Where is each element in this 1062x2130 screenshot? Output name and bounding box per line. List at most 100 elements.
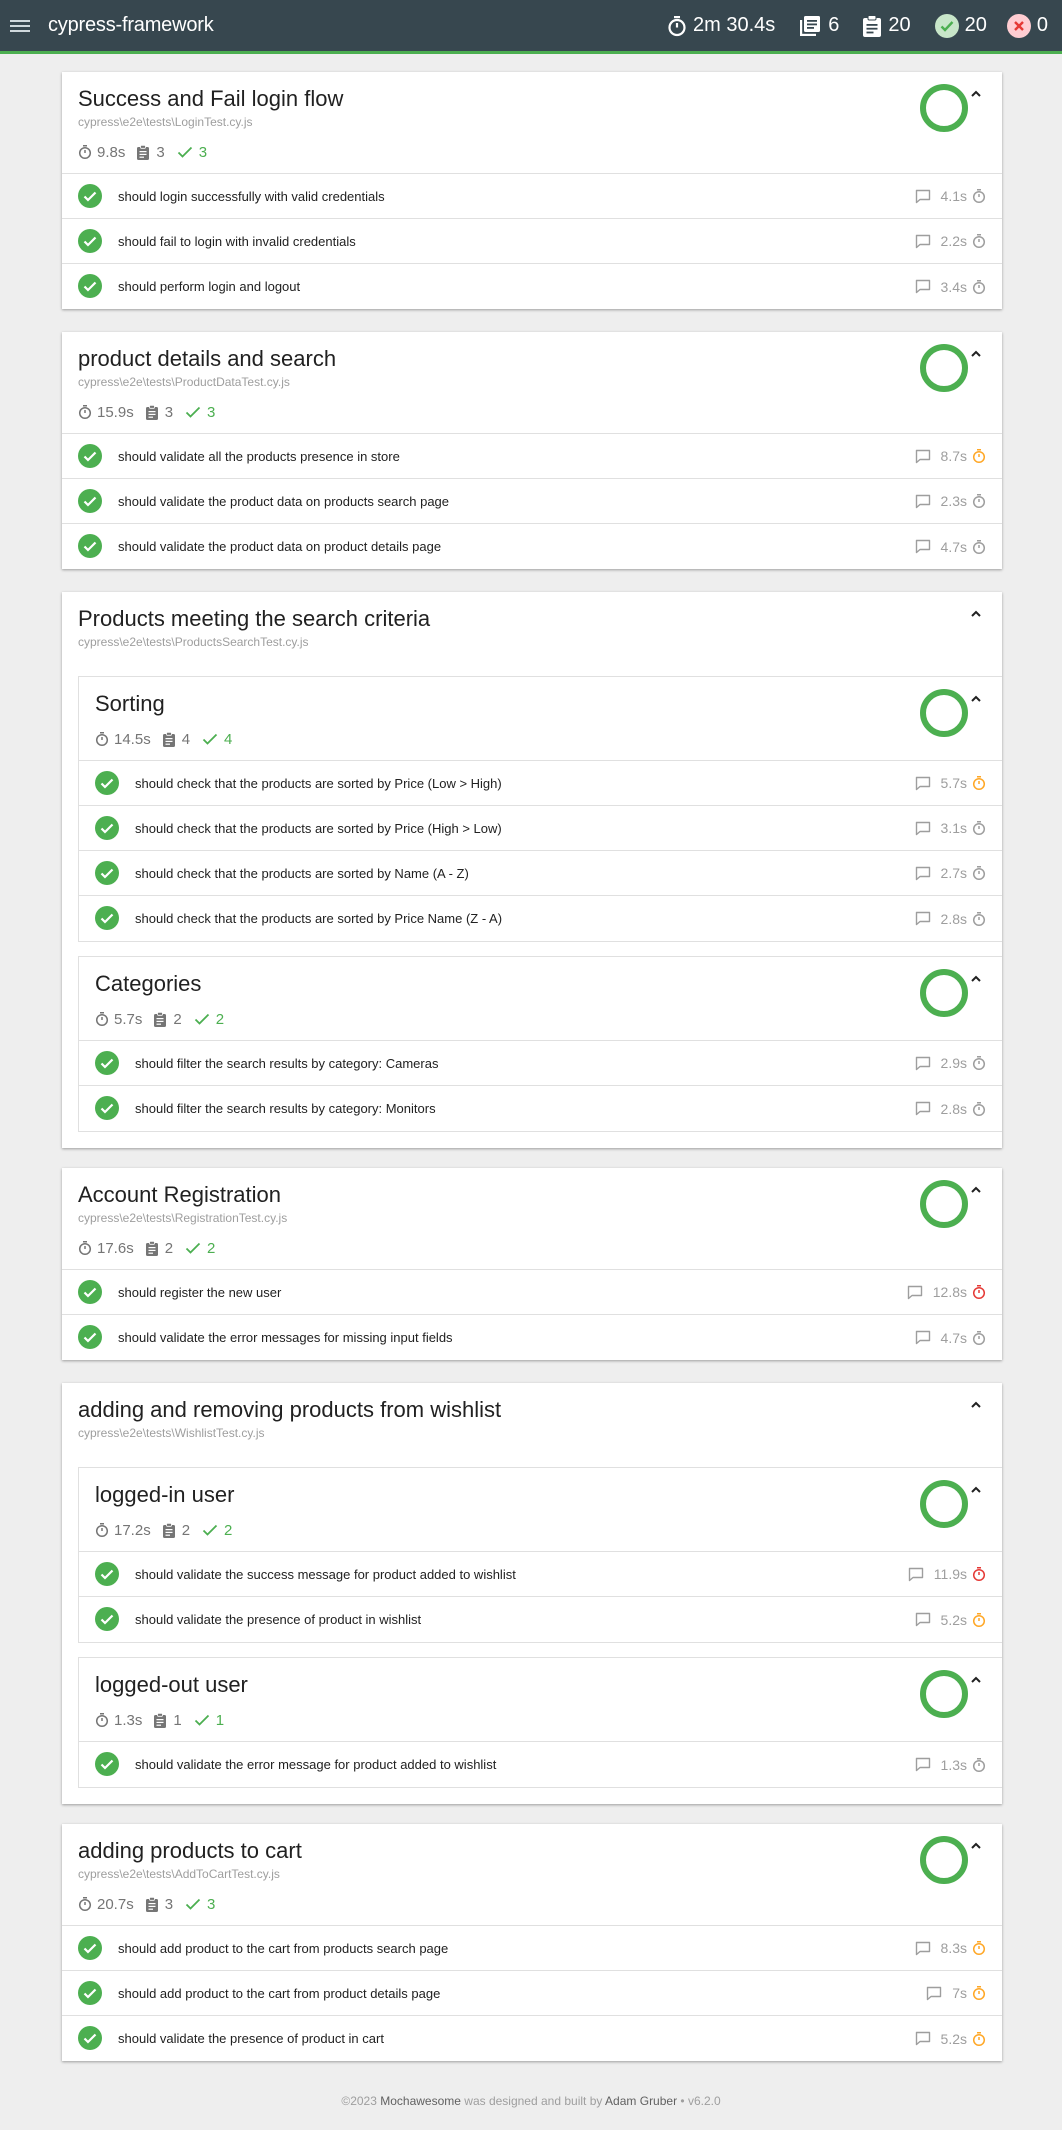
pass-donut-chart	[920, 1180, 968, 1228]
test-row[interactable]: should check that the products are sorte…	[79, 761, 1002, 806]
test-row[interactable]: should check that the products are sorte…	[79, 896, 1002, 941]
comment-icon[interactable]	[915, 2031, 931, 2046]
suite-pass-count: 1	[194, 1712, 224, 1729]
suite-summary: 15.9s 3 3	[78, 401, 986, 423]
comment-icon[interactable]	[915, 821, 931, 836]
assignment-icon	[137, 144, 152, 160]
mochawesome-link[interactable]: Mochawesome	[380, 2094, 461, 2108]
comment-icon[interactable]	[915, 1757, 931, 1772]
test-row[interactable]: should validate all the products presenc…	[62, 434, 1002, 479]
test-row[interactable]: should fail to login with invalid creden…	[62, 219, 1002, 264]
suite-card: product details and search cypress\e2e\t…	[62, 332, 1002, 569]
nav-duration[interactable]: 2m 30.4s	[667, 0, 775, 51]
test-duration: 8.7s	[940, 448, 967, 464]
test-list: should add product to the cart from prod…	[62, 1925, 1002, 2061]
comment-icon[interactable]	[915, 234, 931, 249]
test-row[interactable]: should validate the error messages for m…	[62, 1315, 1002, 1360]
suite-file-path: cypress\e2e\tests\ProductsSearchTest.cy.…	[78, 635, 309, 649]
comment-icon[interactable]	[926, 1986, 942, 2001]
test-duration: 3.1s	[940, 820, 967, 836]
suite-test-count: 1	[154, 1712, 182, 1729]
close-circle-icon	[1006, 13, 1031, 38]
test-pass-icon	[95, 1051, 119, 1075]
suite-title: product details and search	[78, 346, 337, 371]
test-row[interactable]: should filter the search results by cate…	[79, 1041, 1002, 1086]
test-title: should fail to login with invalid creden…	[118, 233, 356, 249]
test-row[interactable]: should check that the products are sorte…	[79, 851, 1002, 896]
test-duration: 2.2s	[940, 233, 967, 249]
suite-title: Sorting	[95, 691, 165, 716]
test-list: should validate the success message for …	[79, 1551, 1002, 1642]
chevron-up-icon[interactable]	[968, 693, 984, 705]
suite-file-path: cypress\e2e\tests\RegistrationTest.cy.js	[78, 1211, 288, 1225]
test-meta: 2.8s	[915, 911, 986, 927]
test-row[interactable]: should add product to the cart from prod…	[62, 1971, 1002, 2016]
nav-failed[interactable]: 0	[1006, 0, 1048, 51]
comment-icon[interactable]	[915, 1056, 931, 1071]
test-row[interactable]: should validate the product data on prod…	[62, 524, 1002, 569]
chevron-up-icon[interactable]	[968, 88, 984, 100]
check-icon	[194, 1714, 213, 1726]
test-row[interactable]: should add product to the cart from prod…	[62, 1926, 1002, 1971]
comment-icon[interactable]	[915, 494, 931, 509]
test-meta: 12.8s	[907, 1284, 986, 1300]
speed-timer-icon	[972, 1757, 986, 1773]
comment-icon[interactable]	[915, 1612, 931, 1627]
chevron-up-icon[interactable]	[968, 608, 984, 620]
test-row[interactable]: should register the new user 12.8s	[62, 1270, 1002, 1315]
comment-icon[interactable]	[915, 189, 931, 204]
test-row[interactable]: should perform login and logout 3.4s	[62, 264, 1002, 309]
comment-icon[interactable]	[915, 1941, 931, 1956]
chevron-up-icon[interactable]	[968, 973, 984, 985]
test-list: should filter the search results by cate…	[79, 1040, 1002, 1131]
test-list: should login successfully with valid cre…	[62, 173, 1002, 309]
chevron-up-icon[interactable]	[968, 1184, 984, 1196]
menu-icon[interactable]	[10, 19, 30, 32]
suite-pass-count: 2	[202, 1522, 232, 1539]
test-row[interactable]: should login successfully with valid cre…	[62, 174, 1002, 219]
suite-summary: 14.5s 4 4	[95, 728, 986, 750]
suite-title: logged-in user	[95, 1482, 235, 1507]
comment-icon[interactable]	[908, 1567, 924, 1582]
timer-icon	[95, 1011, 112, 1027]
test-row[interactable]: should validate the presence of product …	[62, 2016, 1002, 2061]
test-row[interactable]: should validate the product data on prod…	[62, 479, 1002, 524]
comment-icon[interactable]	[915, 1101, 931, 1116]
assignment-icon	[162, 731, 178, 747]
test-row[interactable]: should validate the error message for pr…	[79, 1742, 1002, 1787]
test-duration: 2.9s	[940, 1055, 967, 1071]
chevron-up-icon[interactable]	[968, 348, 984, 360]
chevron-up-icon[interactable]	[968, 1840, 984, 1852]
comment-icon[interactable]	[915, 279, 931, 294]
comment-icon[interactable]	[915, 1330, 931, 1345]
suite-header: Products meeting the search criteria cyp…	[62, 592, 1002, 676]
nav-tests[interactable]: 20	[863, 0, 911, 51]
comment-icon[interactable]	[915, 911, 931, 926]
comment-icon[interactable]	[915, 449, 931, 464]
chevron-up-icon[interactable]	[968, 1674, 984, 1686]
pass-donut-chart	[920, 689, 968, 737]
test-row[interactable]: should check that the products are sorte…	[79, 806, 1002, 851]
author-link[interactable]: Adam Gruber	[605, 2094, 677, 2108]
chevron-up-icon[interactable]	[968, 1399, 984, 1411]
nav-passed[interactable]: 20	[934, 0, 987, 51]
pass-donut-chart	[920, 1670, 968, 1718]
test-duration: 3.4s	[940, 278, 967, 295]
comment-icon[interactable]	[915, 539, 931, 554]
chevron-up-icon[interactable]	[968, 1484, 984, 1496]
comment-icon[interactable]	[915, 776, 931, 791]
comment-icon[interactable]	[915, 866, 931, 881]
comment-icon[interactable]	[907, 1285, 923, 1300]
suite-duration: 1.3s	[95, 1712, 142, 1729]
test-title: should filter the search results by cate…	[135, 1101, 436, 1116]
test-pass-icon	[78, 229, 102, 253]
test-title: should filter the search results by cate…	[135, 1055, 439, 1071]
test-row[interactable]: should filter the search results by cate…	[79, 1086, 1002, 1131]
test-meta: 7s	[926, 1985, 986, 2001]
nav-suites[interactable]: 6	[799, 0, 839, 51]
test-row[interactable]: should validate the presence of product …	[79, 1597, 1002, 1642]
test-row[interactable]: should validate the success message for …	[79, 1552, 1002, 1597]
speed-timer-icon	[972, 775, 986, 791]
test-pass-icon	[78, 1936, 102, 1960]
timer-icon	[95, 1712, 112, 1728]
